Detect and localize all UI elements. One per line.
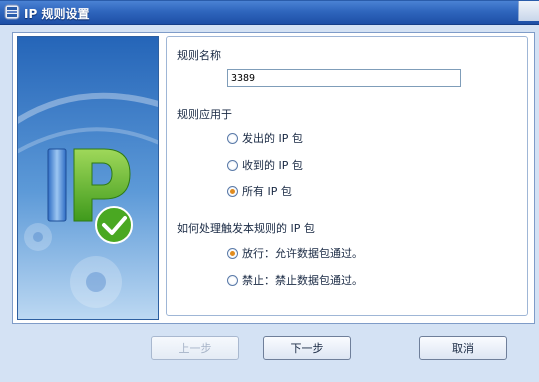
radio-button[interactable] (227, 274, 238, 286)
apply-to-label: 规则应用于 (177, 108, 232, 121)
radio-button[interactable] (227, 159, 238, 171)
ip-logo-icon (18, 37, 158, 319)
radio-button[interactable] (227, 132, 238, 144)
radio-incoming[interactable]: 收到的 IP 包 (227, 157, 303, 173)
radio-deny[interactable]: 禁止：禁止数据包通过。 (227, 272, 363, 288)
radio-button[interactable] (227, 185, 238, 197)
title-bar[interactable]: IP 规则设置 (0, 1, 539, 25)
radio-incoming-label: 收到的 IP 包 (242, 159, 303, 172)
radio-button[interactable] (227, 247, 238, 259)
app-icon (4, 4, 20, 20)
next-button[interactable]: 下一步 (263, 336, 351, 360)
cancel-button[interactable]: 取消 (419, 336, 507, 360)
dialog-window: IP 规则设置 规则名称 3389 规则应用于 发出的 IP 包 收到的 IP … (0, 0, 539, 382)
rule-name-input[interactable]: 3389 (227, 69, 461, 87)
radio-outgoing[interactable]: 发出的 IP 包 (227, 130, 303, 146)
radio-deny-label: 禁止：禁止数据包通过。 (242, 274, 363, 287)
prev-button[interactable]: 上一步 (151, 336, 239, 360)
radio-allow-label: 放行：允许数据包通过。 (242, 247, 363, 260)
radio-allow[interactable]: 放行：允许数据包通过。 (227, 245, 363, 261)
side-banner (17, 36, 159, 320)
radio-all-label: 所有 IP 包 (242, 185, 292, 198)
content-panel: 规则名称 3389 规则应用于 发出的 IP 包 收到的 IP 包 所有 IP … (12, 32, 535, 324)
window-title: IP 规则设置 (24, 7, 90, 21)
title-bar-button[interactable] (518, 1, 539, 21)
form-panel: 规则名称 3389 规则应用于 发出的 IP 包 收到的 IP 包 所有 IP … (166, 36, 528, 316)
checkmark-icon (95, 206, 133, 244)
rule-name-label: 规则名称 (177, 49, 221, 62)
radio-all[interactable]: 所有 IP 包 (227, 183, 292, 199)
radio-outgoing-label: 发出的 IP 包 (242, 132, 303, 145)
action-label: 如何处理触发本规则的 IP 包 (177, 222, 315, 235)
